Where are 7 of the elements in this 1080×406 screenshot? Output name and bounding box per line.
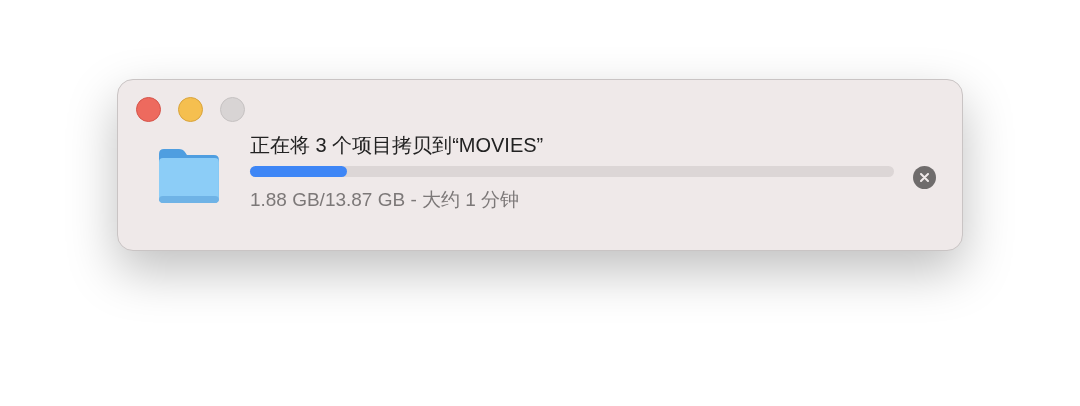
minimize-window-button[interactable]: [178, 97, 203, 122]
cancel-button[interactable]: [913, 166, 936, 189]
copy-status: 1.88 GB/13.87 GB - 大约 1 分钟: [249, 188, 521, 212]
copy-title: 正在将 3 个项目拷贝到“MOVIES”: [249, 133, 545, 158]
close-window-button[interactable]: [136, 97, 161, 122]
folder-icon: [157, 146, 221, 204]
close-icon: [920, 173, 929, 182]
